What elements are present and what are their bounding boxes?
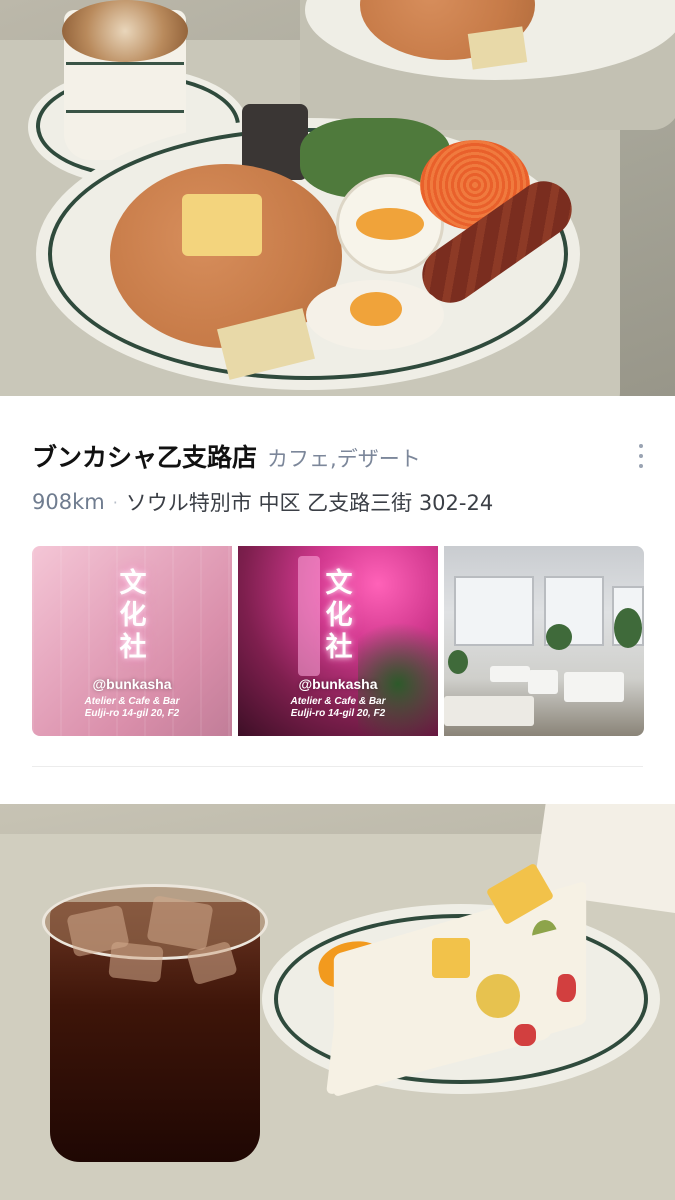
plant xyxy=(448,650,468,674)
egg-yolk xyxy=(350,292,402,326)
neon-char: 社 xyxy=(325,632,353,663)
photo-strip: 文 化 社 @bunkasha Atelier & Cafe & Bar Eul… xyxy=(32,546,644,736)
dot xyxy=(639,444,643,448)
neon-sign: 文 化 社 xyxy=(322,568,356,664)
butter xyxy=(182,194,262,256)
fruit-cup-fill xyxy=(356,208,424,240)
place-card[interactable]: ブンカシャ乙支路店 カフェ,デザート 908km · ソウル特別市 中区 乙支路… xyxy=(0,396,675,804)
more-vertical-icon[interactable] xyxy=(629,436,653,476)
photo-address: Eulji-ro 14-gil 20, F2 xyxy=(84,708,180,719)
dot xyxy=(639,464,643,468)
place-name[interactable]: ブンカシャ乙支路店 xyxy=(32,438,257,474)
divider xyxy=(32,766,643,767)
neon-char: 化 xyxy=(119,600,147,631)
hero-photo-sandwich[interactable] xyxy=(0,804,675,1200)
neon-char: 社 xyxy=(119,632,147,663)
cup-stripe xyxy=(66,62,184,65)
latte-art xyxy=(62,0,188,62)
hero-photo-breakfast[interactable] xyxy=(0,0,675,396)
title-row: ブンカシャ乙支路店 カフェ,デザート xyxy=(32,438,421,478)
neon-tube xyxy=(298,556,320,676)
instagram-handle: @bunkasha xyxy=(92,676,172,692)
instagram-handle: @bunkasha xyxy=(298,676,378,692)
separator-dot: · xyxy=(112,492,118,512)
cup-stripe xyxy=(66,110,184,113)
mango-piece xyxy=(432,938,470,978)
photo-thumbnail-3[interactable] xyxy=(444,546,644,736)
sofa xyxy=(444,696,534,726)
banana-slice xyxy=(476,974,520,1018)
window xyxy=(454,576,534,646)
neon-char: 化 xyxy=(325,600,353,631)
photo-tagline: Atelier & Cafe & Bar xyxy=(290,696,386,707)
photo-tagline: Atelier & Cafe & Bar xyxy=(84,696,180,707)
ice-cube xyxy=(108,941,164,983)
strawberry xyxy=(556,974,576,1002)
neon-char: 文 xyxy=(119,568,147,599)
plant xyxy=(614,608,642,648)
neon-sign: 文 化 社 xyxy=(116,568,150,664)
plant xyxy=(546,624,572,650)
strawberry xyxy=(514,1024,536,1046)
address-row: 908km · ソウル特別市 中区 乙支路三街 302-24 xyxy=(32,486,493,518)
distance: 908km xyxy=(32,490,105,514)
photo-address: Eulji-ro 14-gil 20, F2 xyxy=(290,708,386,719)
butter-pack-back xyxy=(467,26,528,70)
photo-thumbnail-1[interactable]: 文 化 社 @bunkasha Atelier & Cafe & Bar Eul… xyxy=(32,546,232,736)
sofa xyxy=(528,670,558,694)
address[interactable]: ソウル特別市 中区 乙支路三街 302-24 xyxy=(126,487,493,517)
photo-thumbnail-2[interactable]: 文 化 社 @bunkasha Atelier & Cafe & Bar Eul… xyxy=(238,546,438,736)
dot xyxy=(639,454,643,458)
sofa xyxy=(564,672,624,702)
neon-char: 文 xyxy=(325,568,353,599)
sofa xyxy=(490,666,530,682)
place-category: カフェ,デザート xyxy=(267,447,421,471)
